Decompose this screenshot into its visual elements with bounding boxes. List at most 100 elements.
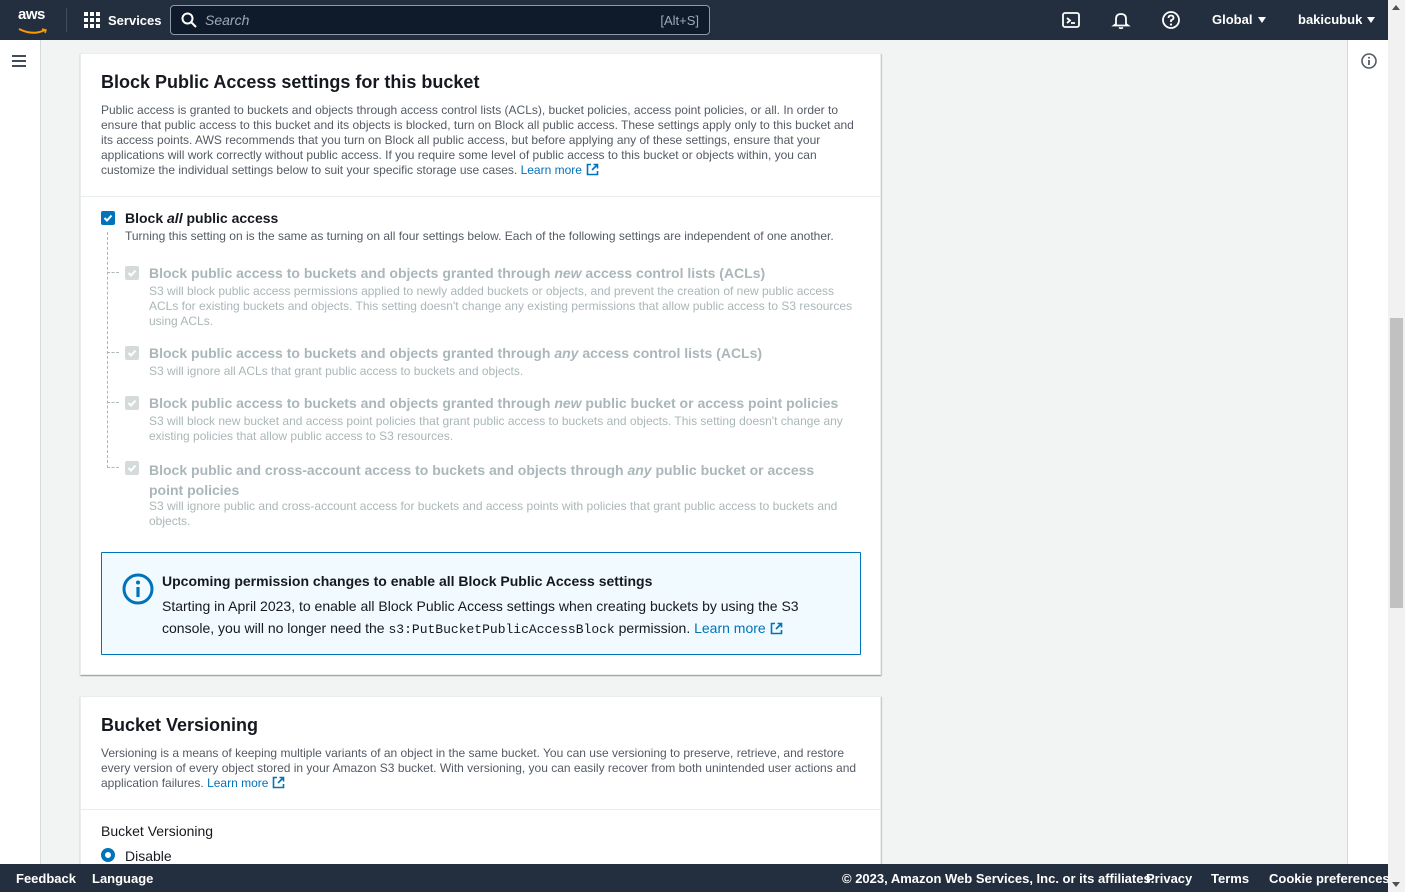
services-menu-button[interactable]: Services	[84, 12, 162, 28]
cookie-preferences-link[interactable]: Cookie preferences	[1269, 871, 1390, 886]
bucket-versioning-header: Bucket Versioning Versioning is a means …	[81, 697, 880, 810]
option-label-pre: Block public access to buckets and objec…	[149, 265, 555, 281]
external-link-icon	[273, 776, 285, 789]
bucket-versioning-field-label: Bucket Versioning	[101, 823, 214, 839]
alert-body: Starting in April 2023, to enable all Bl…	[162, 595, 842, 641]
notifications-bell-icon[interactable]	[1111, 10, 1131, 30]
side-navigation-rail	[0, 40, 41, 864]
option-label-em: any	[627, 462, 652, 478]
alert-permission-code: s3:PutBucketPublicAccessBlock	[388, 622, 615, 637]
option-label-pre: Block public access to buckets and objec…	[149, 345, 555, 361]
scroll-up-arrow-icon[interactable]	[1392, 5, 1400, 10]
block-cross-account-checkbox[interactable]	[125, 461, 139, 475]
block-all-label-em: all	[167, 210, 183, 226]
learn-more-link[interactable]: Learn more	[521, 163, 599, 177]
aws-logo[interactable]: aws	[18, 6, 52, 34]
copyright-text: © 2023, Amazon Web Services, Inc. or its…	[842, 871, 1155, 886]
cloudshell-icon[interactable]	[1061, 10, 1081, 30]
checkmark-icon	[127, 464, 137, 472]
search-shortcut-hint: [Alt+S]	[660, 12, 699, 28]
block-new-policies-label: Block public access to buckets and objec…	[149, 395, 838, 411]
block-all-label-post: public access	[182, 210, 279, 226]
block-cross-account-description: S3 will ignore public and cross-account …	[149, 499, 838, 528]
option-label-em: new	[554, 265, 582, 281]
block-all-public-access-checkbox[interactable]	[101, 211, 115, 225]
chevron-down-icon	[1367, 16, 1376, 23]
region-label: Global	[1212, 12, 1253, 27]
settings-tree-branch	[107, 272, 119, 273]
option-label-post: public bucket or access point policies	[581, 395, 839, 411]
page-scrollbar[interactable]	[1388, 0, 1405, 892]
block-new-policies-description: S3 will block new bucket and access poin…	[149, 414, 843, 443]
tools-panel-rail	[1347, 40, 1388, 864]
chevron-down-icon	[1258, 16, 1267, 23]
bucket-versioning-title: Bucket Versioning	[101, 715, 259, 735]
info-alert: Upcoming permission changes to enable al…	[101, 552, 861, 655]
option-label-post: access control lists (ACLs)	[581, 265, 766, 281]
versioning-disable-radio[interactable]	[101, 848, 115, 862]
settings-tree-branch	[107, 352, 119, 353]
block-all-public-access-label[interactable]: Block all public access	[125, 210, 278, 226]
block-any-acls-checkbox[interactable]	[125, 346, 139, 360]
help-icon[interactable]	[1161, 10, 1181, 30]
block-all-description: Turning this setting on is the same as t…	[125, 229, 834, 243]
checkmark-icon	[127, 269, 137, 277]
block-public-access-description: Public access is granted to buckets and …	[101, 103, 860, 178]
checkmark-icon	[127, 399, 137, 407]
block-new-acls-label: Block public access to buckets and objec…	[149, 265, 765, 281]
bucket-versioning-description: Versioning is a means of keeping multipl…	[101, 746, 860, 791]
search-bar[interactable]: [Alt+S]	[170, 5, 710, 35]
services-label: Services	[108, 12, 162, 28]
grid-icon	[84, 12, 100, 28]
checkmark-icon	[127, 349, 137, 357]
scrollbar-thumb[interactable]	[1390, 318, 1403, 608]
settings-tree-line	[107, 232, 108, 468]
learn-more-link-text: Learn more	[520, 163, 582, 177]
option-label-pre: Block public access to buckets and objec…	[149, 395, 555, 411]
alert-body-text-end: permission.	[614, 620, 691, 636]
bucket-versioning-panel: Bucket Versioning Versioning is a means …	[80, 696, 881, 876]
account-username: bakicubuk	[1298, 12, 1363, 27]
page-footer: Feedback Language © 2023, Amazon Web Ser…	[0, 864, 1390, 892]
option-label-em: any	[554, 345, 579, 361]
info-circle-icon	[122, 573, 154, 605]
versioning-learn-more-link[interactable]: Learn more	[207, 776, 285, 790]
terms-link[interactable]: Terms	[1211, 871, 1249, 886]
search-input[interactable]	[205, 12, 661, 28]
scroll-down-arrow-icon[interactable]	[1392, 882, 1400, 887]
block-new-policies-checkbox[interactable]	[125, 396, 139, 410]
versioning-disable-label[interactable]: Disable	[125, 848, 172, 864]
privacy-link[interactable]: Privacy	[1146, 871, 1192, 886]
block-public-access-description-text: Public access is granted to buckets and …	[101, 103, 854, 177]
block-any-acls-description: S3 will ignore all ACLs that grant publi…	[149, 364, 524, 378]
settings-tree-branch	[107, 402, 119, 403]
search-icon	[181, 12, 197, 28]
settings-tree-branch	[107, 467, 119, 468]
block-cross-account-label: Block public and cross-account access to…	[149, 460, 849, 500]
aws-smile-icon	[18, 28, 47, 34]
block-new-acls-checkbox[interactable]	[125, 266, 139, 280]
block-any-acls-label: Block public access to buckets and objec…	[149, 345, 762, 361]
feedback-link[interactable]: Feedback	[16, 871, 76, 886]
hamburger-menu-icon[interactable]	[12, 55, 28, 67]
alert-learn-more-link[interactable]: Learn more	[694, 620, 783, 636]
block-all-label-pre: Block	[125, 210, 168, 226]
info-icon[interactable]	[1361, 53, 1377, 69]
block-public-access-header: Block Public Access settings for this bu…	[81, 54, 880, 197]
account-menu[interactable]: bakicubuk	[1298, 12, 1376, 27]
option-label-post: access control lists (ACLs)	[578, 345, 763, 361]
block-public-access-panel: Block Public Access settings for this bu…	[80, 53, 881, 675]
region-selector[interactable]: Global	[1212, 12, 1267, 27]
checkmark-icon	[103, 214, 113, 222]
alert-title: Upcoming permission changes to enable al…	[162, 573, 653, 589]
language-link[interactable]: Language	[92, 871, 153, 886]
external-link-icon	[770, 622, 782, 635]
versioning-learn-more-text: Learn more	[207, 776, 269, 790]
block-new-acls-description: S3 will block public access permissions …	[149, 284, 853, 328]
option-label-pre: Block public and cross-account access to…	[149, 462, 628, 478]
top-navigation: aws Services [Alt+S] Global bakicubuk	[0, 0, 1388, 40]
aws-logo-text: aws	[18, 6, 45, 23]
nav-divider	[66, 8, 67, 32]
option-label-em: new	[554, 395, 582, 411]
external-link-icon	[586, 163, 599, 176]
